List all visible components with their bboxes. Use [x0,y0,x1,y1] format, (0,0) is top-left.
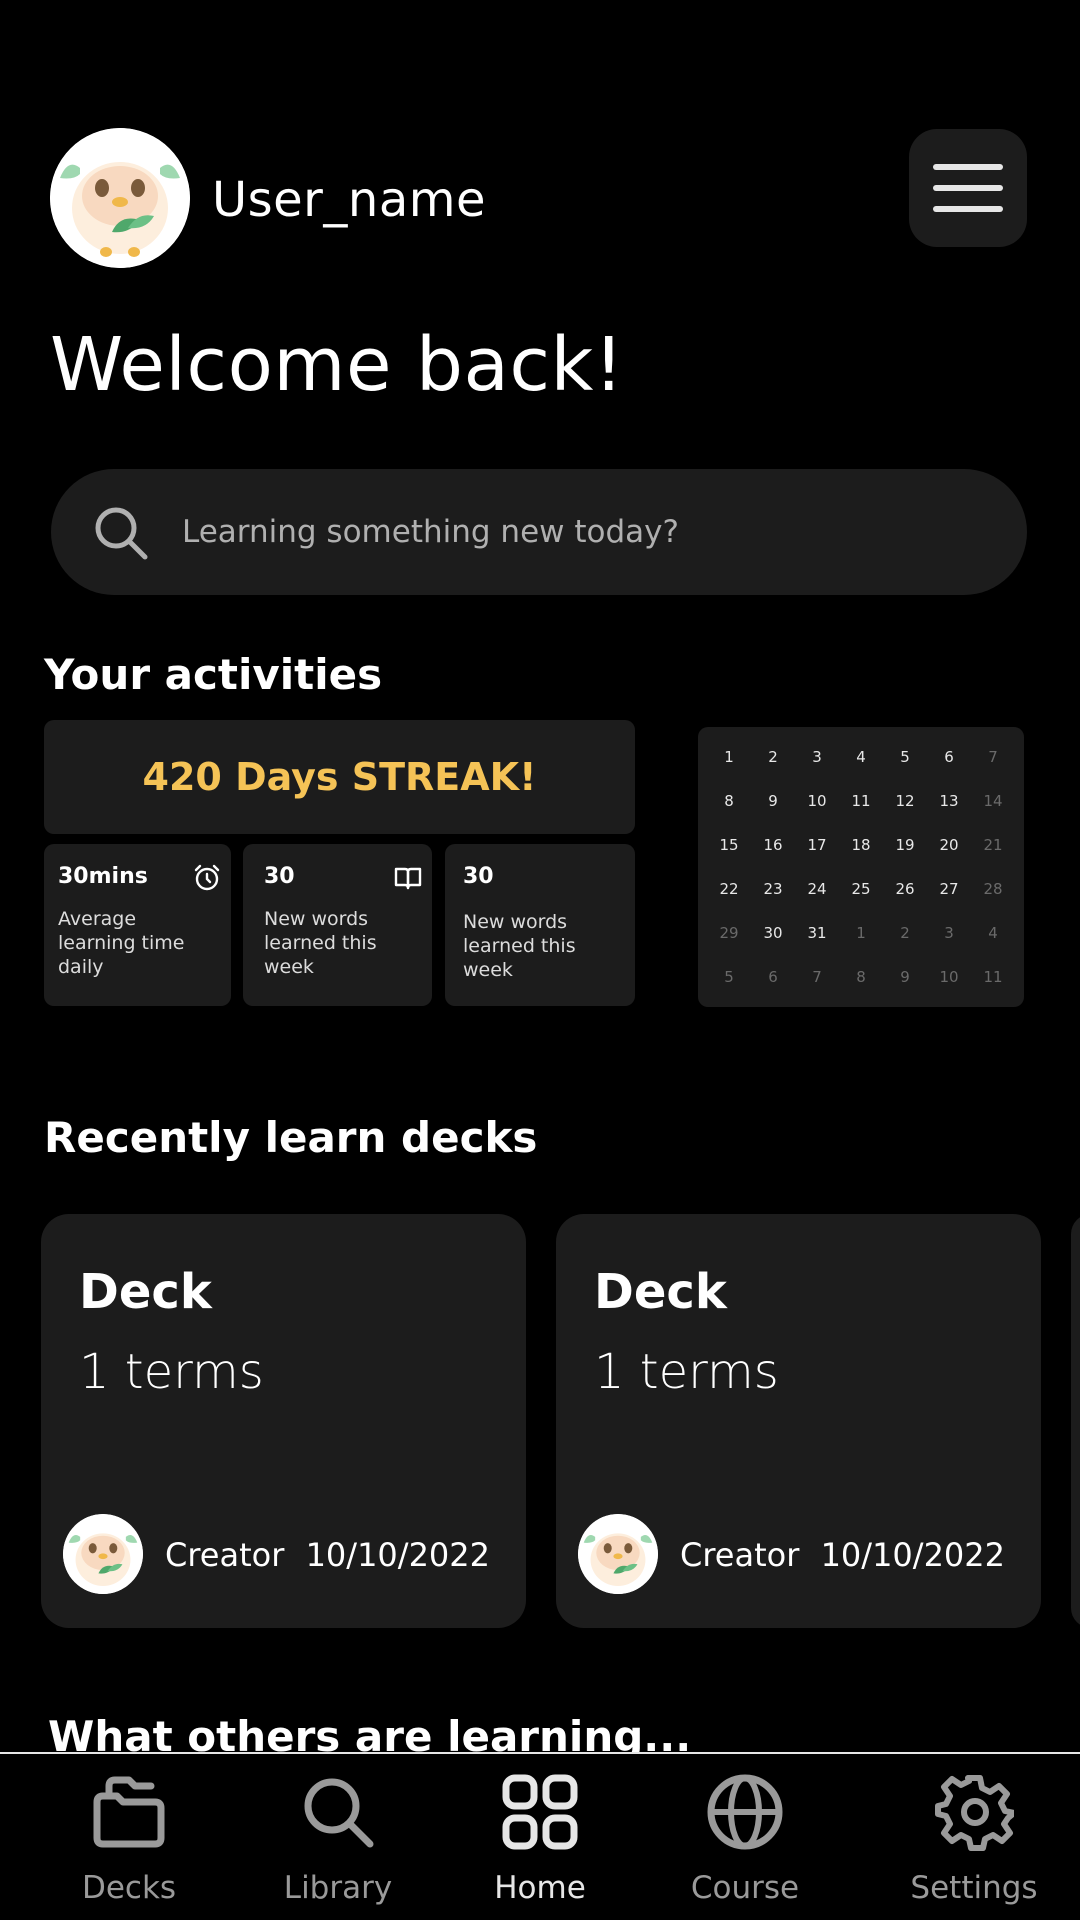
alarm-clock-icon [194,864,220,891]
calendar-day[interactable]: 14 [971,779,1015,823]
calendar-day[interactable]: 19 [883,823,927,867]
calendar-day[interactable]: 10 [795,779,839,823]
calendar-day[interactable]: 2 [751,735,795,779]
calendar-day[interactable]: 21 [971,823,1015,867]
owl-avatar-icon [578,1514,658,1594]
calendar-day[interactable]: 7 [971,735,1015,779]
calendar-day[interactable]: 5 [883,735,927,779]
calendar-day[interactable]: 11 [839,779,883,823]
search-bar[interactable] [51,469,1027,595]
calendar-day[interactable]: 7 [795,955,839,999]
bottom-nav: Decks Library Home Course Settings [0,1752,1080,1920]
menu-button[interactable] [909,129,1027,247]
welcome-heading: Welcome back! [50,322,625,408]
calendar-day[interactable]: 26 [883,867,927,911]
streak-banner: 420 Days STREAK! [44,720,635,834]
creator-avatar [578,1514,658,1594]
search-icon [95,507,148,560]
calendar-day[interactable]: 15 [707,823,751,867]
calendar-day[interactable]: 27 [927,867,971,911]
calendar-day[interactable]: 1 [707,735,751,779]
deck-title: Deck [594,1264,727,1320]
calendar-day[interactable]: 24 [795,867,839,911]
deck-creator: Creator [165,1536,285,1574]
stat-card-new-words: 30 New words learned this week [243,844,432,1006]
calendar-day[interactable]: 1 [839,911,883,955]
owl-avatar-icon [50,128,190,268]
calendar-day[interactable]: 4 [839,735,883,779]
calendar-day[interactable]: 16 [751,823,795,867]
nav-library[interactable]: Library [238,1754,438,1920]
nav-label: Settings [910,1870,1038,1906]
deck-creator: Creator [680,1536,800,1574]
calendar-day[interactable]: 3 [795,735,839,779]
calendar-day[interactable]: 8 [839,955,883,999]
recent-decks-title: Recently learn decks [44,1113,538,1162]
calendar-day[interactable]: 28 [971,867,1015,911]
nav-settings[interactable]: Settings [874,1754,1074,1920]
creator-avatar [63,1514,143,1594]
calendar-day[interactable]: 29 [707,911,751,955]
calendar-day[interactable]: 20 [927,823,971,867]
calendar-day[interactable]: 13 [927,779,971,823]
nav-decks[interactable]: Decks [29,1754,229,1920]
calendar-day[interactable]: 10 [927,955,971,999]
stat-card-new-words-2: 30 New words learned this week [445,844,635,1006]
stat-card-learning-time: 30mins Average learning time daily [44,844,231,1006]
calendar-day[interactable]: 17 [795,823,839,867]
nav-label: Home [494,1870,586,1906]
stat-description: Average learning time daily [58,908,185,978]
calendar-day[interactable]: 9 [883,955,927,999]
nav-label: Decks [81,1870,177,1906]
username: User_name [212,172,487,228]
book-icon [394,867,422,890]
calendar-day[interactable]: 2 [883,911,927,955]
calendar-day[interactable]: 23 [751,867,795,911]
deck-card[interactable]: Deck 1 terms Creator 10/10/2022 [556,1214,1041,1628]
calendar-day[interactable]: 6 [927,735,971,779]
search-input[interactable] [182,469,982,595]
deck-title: Deck [79,1264,212,1320]
owl-avatar-icon [63,1514,143,1594]
search-icon [304,1778,374,1848]
calendar-day[interactable]: 3 [927,911,971,955]
nav-home[interactable]: Home [440,1754,640,1920]
gear-icon [935,1775,1014,1851]
activities-title: Your activities [44,650,383,699]
deck-card-partial[interactable] [1071,1214,1080,1628]
deck-card[interactable]: Deck 1 terms Creator 10/10/2022 [41,1214,526,1628]
grid-icon [502,1774,578,1850]
nav-label: Library [283,1870,393,1906]
hamburger-icon [933,164,1003,212]
stat-description: New words learned this week [463,911,576,981]
calendar-day[interactable]: 12 [883,779,927,823]
stat-value: 30 [463,864,494,889]
calendar-day[interactable]: 31 [795,911,839,955]
calendar-day[interactable]: 5 [707,955,751,999]
deck-date: 10/10/2022 [820,1536,1005,1574]
calendar-day[interactable]: 9 [751,779,795,823]
deck-date: 10/10/2022 [305,1536,490,1574]
deck-terms: 1 terms [594,1344,779,1400]
calendar-day[interactable]: 6 [751,955,795,999]
nav-course[interactable]: Course [645,1754,845,1920]
calendar-day[interactable]: 25 [839,867,883,911]
calendar-day[interactable]: 30 [751,911,795,955]
folder-icon [93,1776,165,1848]
calendar-day[interactable]: 8 [707,779,751,823]
calendar-day[interactable]: 11 [971,955,1015,999]
calendar-day[interactable]: 4 [971,911,1015,955]
user-avatar[interactable] [50,128,190,268]
calendar-day[interactable]: 18 [839,823,883,867]
stat-description: New words learned this week [264,908,377,978]
streak-calendar: 1 2 3 4 5 6 7 8 9 10 11 12 13 14 15 16 17 18 19 20 21 22 23 24 2… [698,727,1024,1007]
calendar-day[interactable]: 22 [707,867,751,911]
deck-terms: 1 terms [79,1344,264,1400]
globe-icon [707,1774,783,1850]
nav-label: Course [690,1870,800,1906]
